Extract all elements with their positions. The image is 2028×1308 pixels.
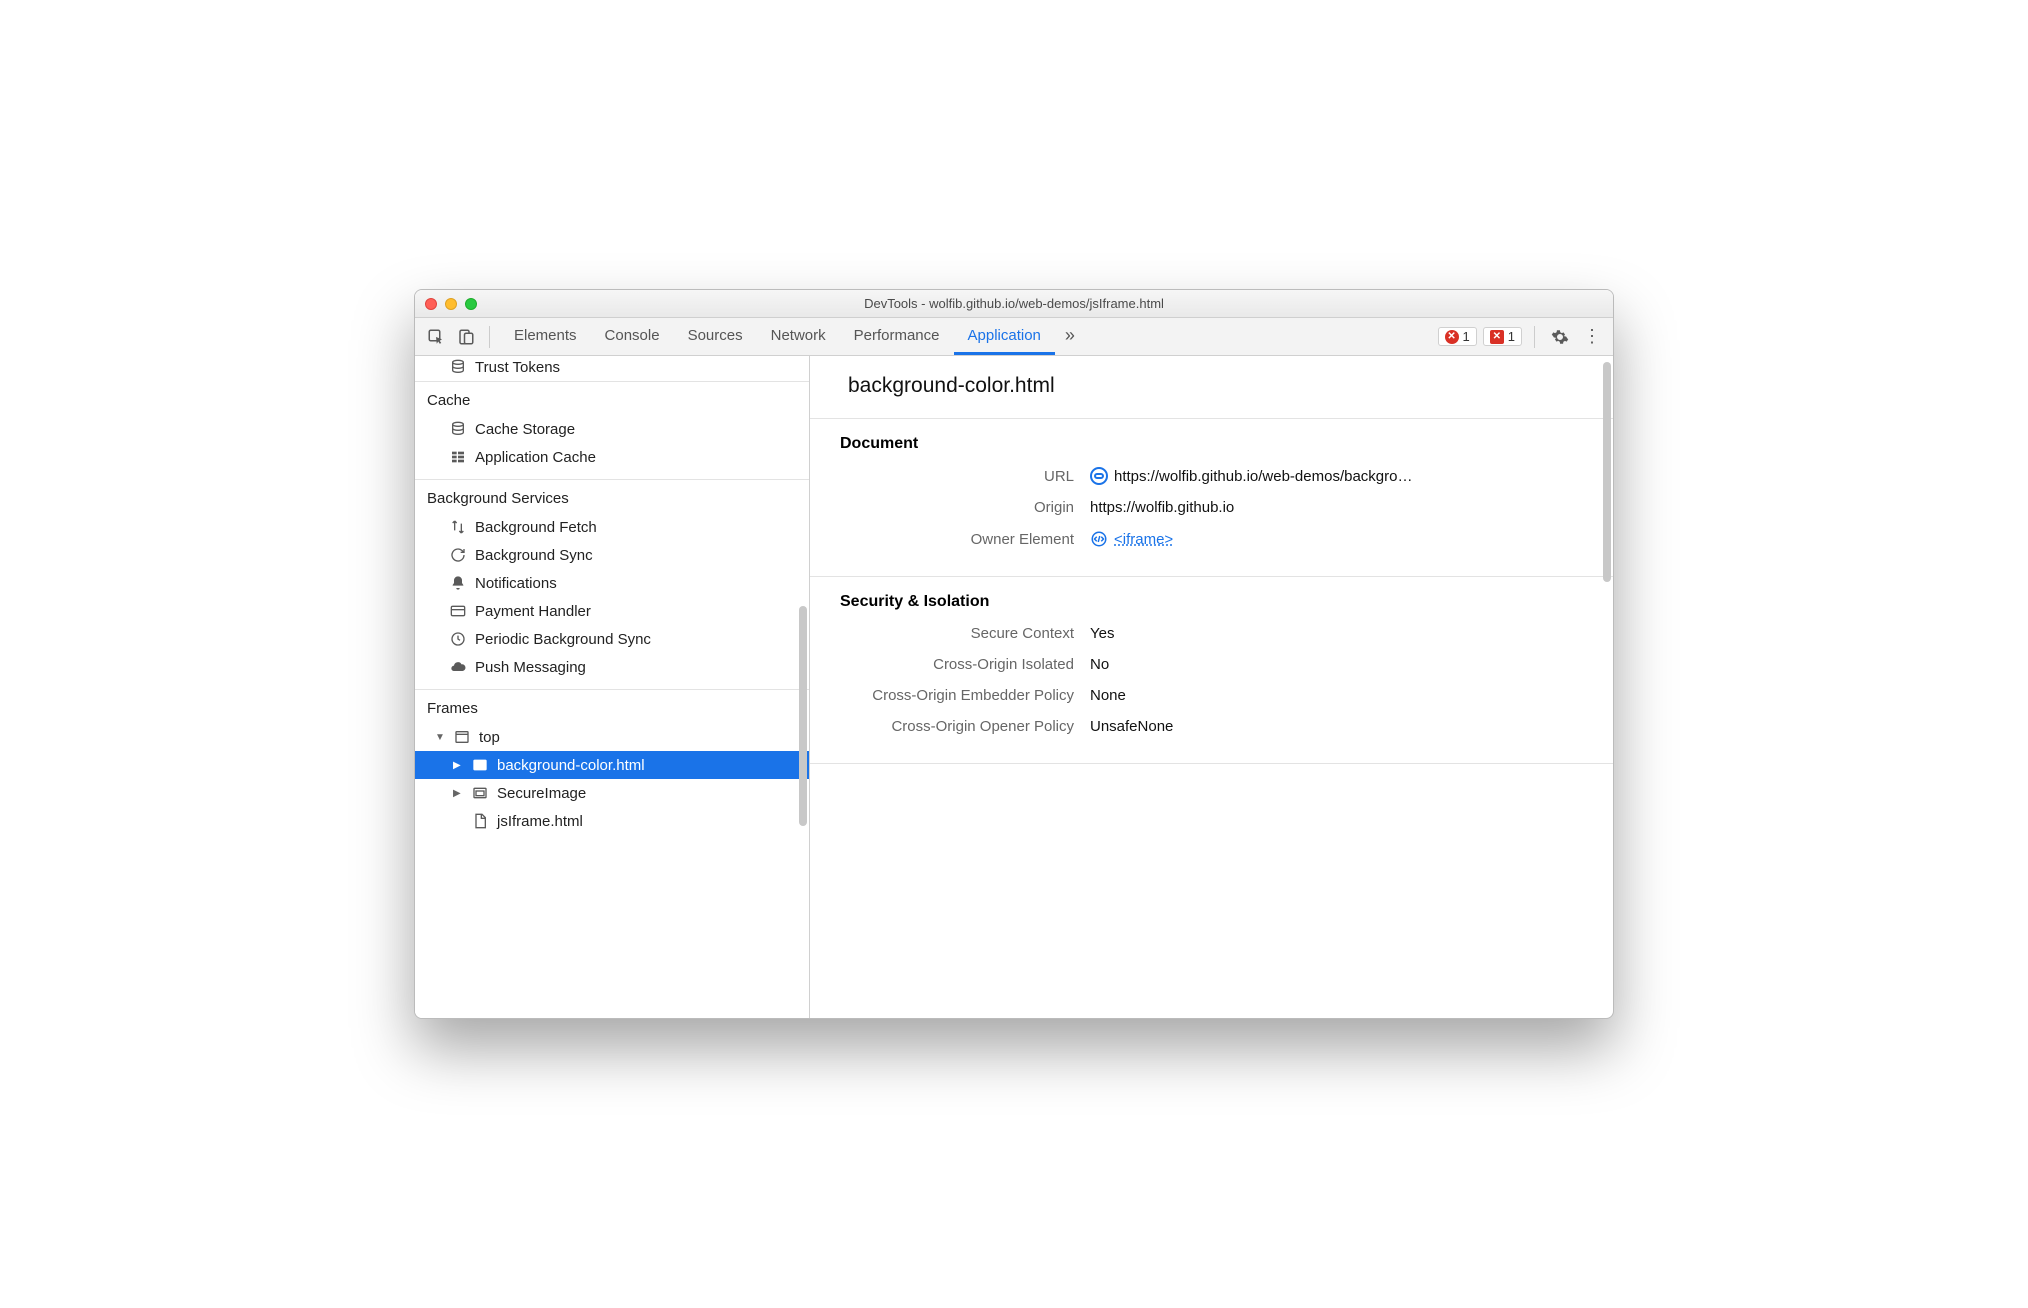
sidebar-item-periodic-sync[interactable]: Periodic Background Sync [415, 625, 809, 653]
cloud-icon [449, 658, 467, 676]
devtools-toolbar: Elements Console Sources Network Perform… [415, 318, 1613, 356]
sidebar-item-application-cache[interactable]: Application Cache [415, 443, 809, 471]
chevron-right-icon: ▶ [453, 788, 463, 799]
error-count-chip[interactable]: ✕ 1 [1438, 327, 1477, 346]
owner-element-link[interactable]: <iframe> [1114, 531, 1173, 548]
chevron-right-icon: ▶ [453, 760, 463, 771]
iframe-icon [471, 784, 489, 802]
issue-icon: ✕ [1490, 330, 1504, 344]
tab-sources[interactable]: Sources [674, 318, 757, 355]
settings-icon[interactable] [1547, 324, 1573, 350]
tab-application[interactable]: Application [954, 318, 1055, 355]
section-heading-security: Security & Isolation [840, 593, 1583, 611]
pane-scrollbar[interactable] [1603, 362, 1611, 582]
row-origin: Origin https://wolfib.github.io [840, 499, 1583, 516]
document-icon [471, 812, 489, 830]
credit-card-icon [449, 602, 467, 620]
issue-count-chip[interactable]: ✕ 1 [1483, 327, 1522, 346]
frame-jsiframe[interactable]: jsIframe.html [415, 807, 809, 835]
sidebar-scrollbar[interactable] [799, 606, 807, 826]
document-section: Document URL https://wolfib.github.io/we… [810, 419, 1613, 576]
row-coop: Cross-Origin Opener Policy UnsafeNone [840, 718, 1583, 735]
close-window-icon[interactable] [425, 298, 437, 310]
separator [489, 326, 490, 348]
origin-value: https://wolfib.github.io [1090, 499, 1234, 516]
sidebar-item-background-sync[interactable]: Background Sync [415, 541, 809, 569]
tab-console[interactable]: Console [591, 318, 674, 355]
panel-tabs: Elements Console Sources Network Perform… [500, 318, 1085, 355]
error-icon: ✕ [1445, 330, 1459, 344]
frame-top[interactable]: ▼ top [415, 723, 809, 751]
row-url: URL https://wolfib.github.io/web-demos/b… [840, 467, 1583, 485]
tab-elements[interactable]: Elements [500, 318, 591, 355]
device-toggle-icon[interactable] [453, 324, 479, 350]
grid-icon [449, 448, 467, 466]
chevron-down-icon: ▼ [435, 732, 445, 743]
sync-icon [449, 546, 467, 564]
frame-detail-pane[interactable]: background-color.html Document URL https… [810, 356, 1613, 1018]
code-icon [1090, 530, 1108, 548]
sidebar-item-cache-storage[interactable]: Cache Storage [415, 415, 809, 443]
section-heading-document: Document [840, 435, 1583, 453]
content-area: Trust Tokens Cache Cache Storage Applica… [415, 356, 1613, 1018]
sidebar-item-payment-handler[interactable]: Payment Handler [415, 597, 809, 625]
window-title: DevTools - wolfib.github.io/web-demos/js… [415, 296, 1613, 311]
zoom-window-icon[interactable] [465, 298, 477, 310]
database-icon [449, 420, 467, 438]
bell-icon [449, 574, 467, 592]
sidebar-item-trust-tokens[interactable]: Trust Tokens [415, 356, 809, 381]
sidebar-group-frames: Frames [415, 690, 809, 723]
titlebar: DevTools - wolfib.github.io/web-demos/js… [415, 290, 1613, 318]
sidebar-item-background-fetch[interactable]: Background Fetch [415, 513, 809, 541]
sidebar-group-cache: Cache [415, 382, 809, 415]
minimize-window-icon[interactable] [445, 298, 457, 310]
link-pill-icon[interactable] [1090, 467, 1108, 485]
row-secure-context: Secure Context Yes [840, 625, 1583, 642]
devtools-window: DevTools - wolfib.github.io/web-demos/js… [414, 289, 1614, 1019]
sidebar-item-notifications[interactable]: Notifications [415, 569, 809, 597]
row-coep: Cross-Origin Embedder Policy None [840, 687, 1583, 704]
url-value: https://wolfib.github.io/web-demos/backg… [1114, 468, 1412, 485]
frame-secureimage[interactable]: ▶ SecureImage [415, 779, 809, 807]
tab-performance[interactable]: Performance [840, 318, 954, 355]
transfer-icon [449, 518, 467, 536]
frame-background-color[interactable]: ▶ background-color.html [415, 751, 809, 779]
security-section: Security & Isolation Secure Context Yes … [810, 576, 1613, 763]
iframe-icon [471, 756, 489, 774]
sidebar-item-push-messaging[interactable]: Push Messaging [415, 653, 809, 681]
clock-icon [449, 630, 467, 648]
tab-network[interactable]: Network [757, 318, 840, 355]
separator [1534, 326, 1535, 348]
more-menu-icon[interactable]: ⋮ [1579, 324, 1605, 350]
row-owner-element: Owner Element <iframe> [840, 530, 1583, 548]
row-coi: Cross-Origin Isolated No [840, 656, 1583, 673]
window-icon [453, 728, 471, 746]
sidebar-group-background-services: Background Services [415, 480, 809, 513]
database-icon [449, 358, 467, 376]
tabs-overflow-icon[interactable]: » [1055, 318, 1085, 355]
page-title: background-color.html [810, 356, 1613, 419]
inspect-element-icon[interactable] [423, 324, 449, 350]
application-sidebar[interactable]: Trust Tokens Cache Cache Storage Applica… [415, 356, 810, 1018]
window-controls [425, 298, 477, 310]
